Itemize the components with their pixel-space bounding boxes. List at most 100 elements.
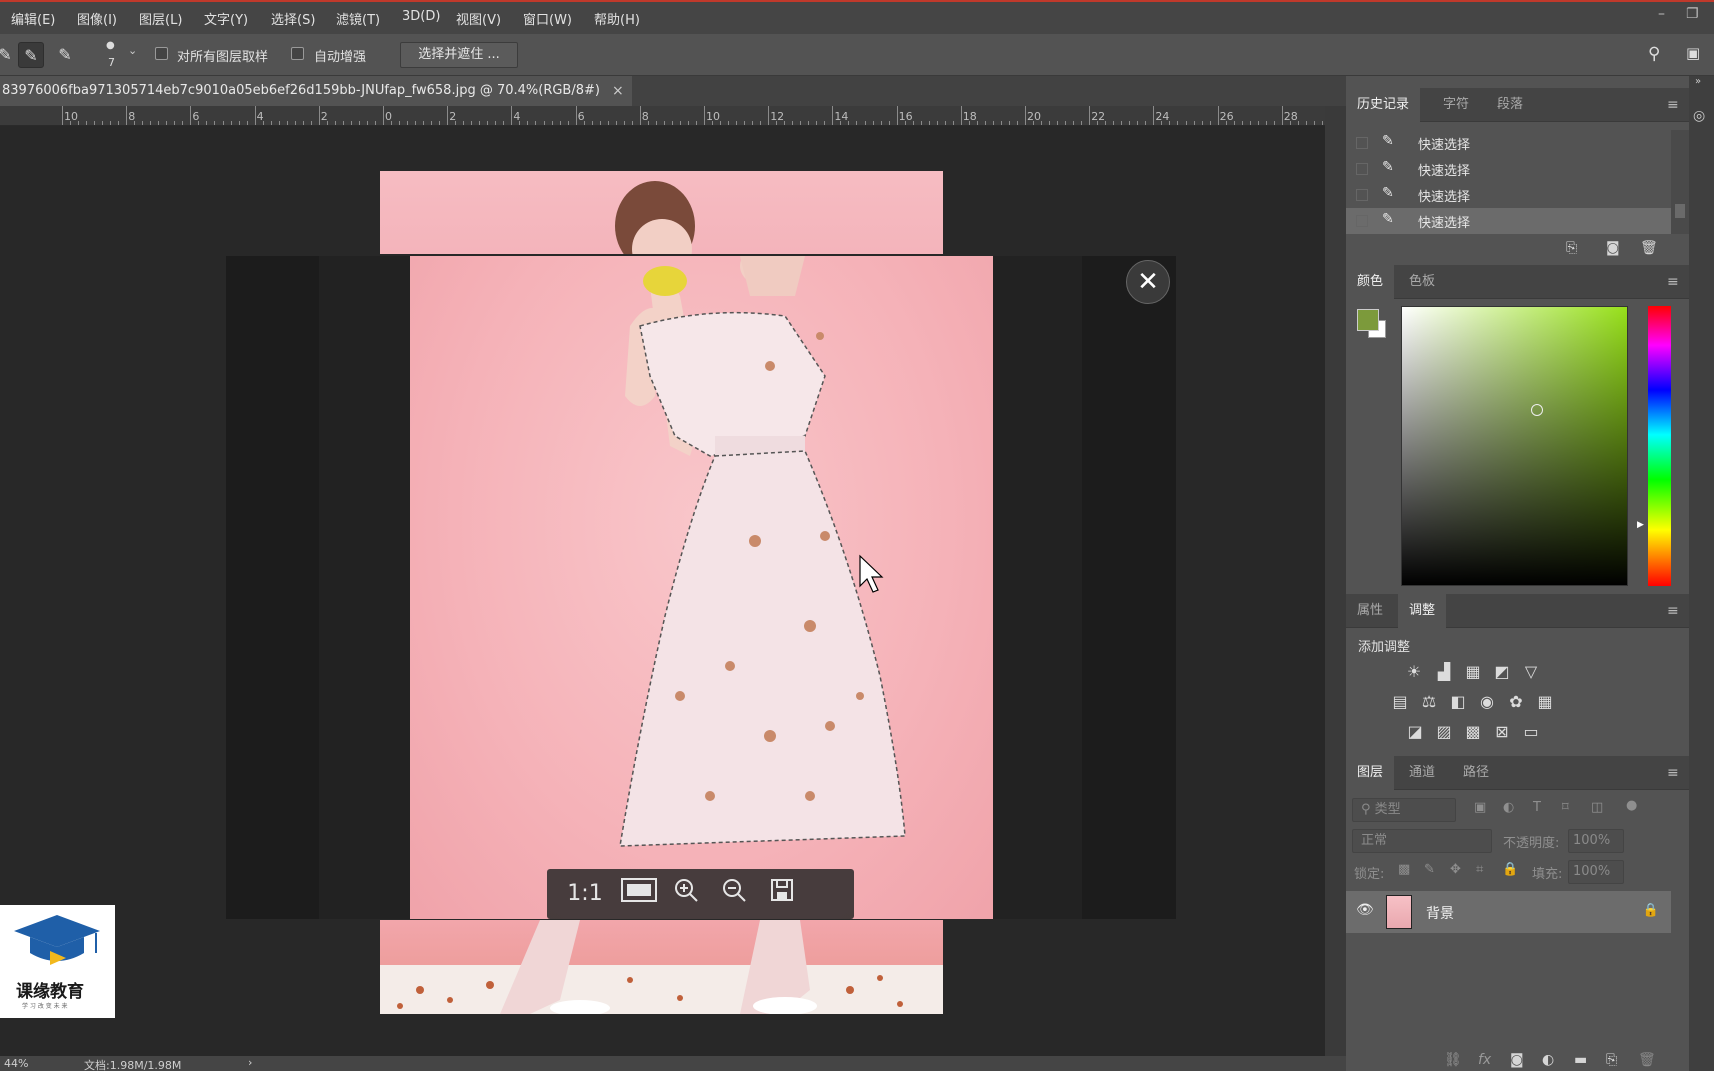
workspace-icon[interactable]: ▣ [1686, 44, 1700, 62]
layer-filter-select[interactable]: ⚲ 类型 [1352, 798, 1456, 822]
brush-picker-chevron-icon[interactable]: ⌄ [128, 44, 137, 57]
tab-swatches[interactable]: 色板 [1398, 265, 1446, 299]
history-brush-source-box[interactable] [1356, 137, 1368, 149]
tab-paths[interactable]: 路径 [1452, 756, 1500, 790]
lock-position-icon[interactable]: ✥ [1450, 862, 1461, 877]
tab-color[interactable]: 颜色 [1346, 265, 1395, 299]
filter-smart-object-icon[interactable]: ◫ [1591, 800, 1603, 815]
zoom-in-icon[interactable] [669, 877, 703, 911]
history-brush-source-box[interactable] [1356, 163, 1368, 175]
hue-saturation-icon[interactable]: ▤ [1390, 693, 1410, 711]
menu-select[interactable]: 选择(S) [271, 9, 315, 28]
panel-menu-icon[interactable]: ≡ [1667, 765, 1679, 781]
sample-all-layers-checkbox[interactable] [155, 47, 168, 60]
brush-size-value[interactable]: 7 [108, 56, 115, 69]
save-icon[interactable] [765, 877, 799, 911]
close-icon[interactable]: × [612, 76, 624, 106]
menu-type[interactable]: 文字(Y) [204, 9, 248, 28]
lock-all-icon[interactable]: 🔒 [1502, 862, 1518, 877]
quick-select-subtract-icon[interactable]: ✎ [52, 42, 78, 68]
panel-menu-icon[interactable]: ≡ [1667, 97, 1679, 113]
color-saturation-field[interactable] [1401, 306, 1628, 586]
new-layer-icon[interactable]: ⎘ [1606, 1052, 1617, 1068]
panel-menu-icon[interactable]: ≡ [1667, 603, 1679, 619]
layer-style-fx-icon[interactable]: fx [1478, 1052, 1491, 1068]
hue-slider-marker-icon[interactable]: ▶ [1637, 520, 1644, 530]
black-white-icon[interactable]: ◧ [1448, 693, 1468, 711]
tab-channels[interactable]: 通道 [1398, 756, 1446, 790]
levels-icon[interactable]: ▟ [1434, 663, 1454, 681]
history-item[interactable]: ✎ 快速选择 [1346, 130, 1671, 156]
exposure-icon[interactable]: ◩ [1492, 663, 1512, 681]
tab-adjustments[interactable]: 调整 [1398, 594, 1447, 628]
menu-image[interactable]: 图像(I) [77, 9, 117, 28]
history-brush-source-box[interactable] [1356, 189, 1368, 201]
select-and-mask-button[interactable]: 选择并遮住 ... [400, 42, 518, 68]
quick-select-add-icon[interactable]: ✎ [18, 42, 44, 68]
brightness-icon[interactable]: ☀ [1404, 663, 1424, 681]
adjustment-layer-icon[interactable]: ◐ [1542, 1052, 1554, 1068]
filter-toggle-icon[interactable]: ● [1626, 798, 1637, 813]
menu-layer[interactable]: 图层(L) [139, 9, 182, 28]
viewer-close-button[interactable]: ✕ [1126, 260, 1170, 304]
filter-type-icon[interactable]: T [1533, 800, 1541, 815]
expand-panels-icon[interactable]: » [1695, 76, 1701, 87]
fill-input[interactable]: 100% [1568, 860, 1624, 884]
menu-edit[interactable]: 编辑(E) [11, 9, 55, 28]
auto-enhance-checkbox[interactable] [291, 47, 304, 60]
tab-properties[interactable]: 属性 [1346, 594, 1394, 628]
tab-layers[interactable]: 图层 [1346, 756, 1395, 790]
lock-transparency-icon[interactable]: ▩ [1398, 862, 1410, 877]
invert-icon[interactable]: ◪ [1405, 723, 1425, 741]
color-balance-icon[interactable]: ⚖ [1419, 693, 1439, 711]
panel-menu-icon[interactable]: ≡ [1667, 274, 1679, 290]
panel-dock-icon[interactable]: ◎ [1693, 108, 1705, 124]
zoom-level[interactable]: 44% [4, 1057, 28, 1070]
history-scrollbar-thumb[interactable] [1675, 204, 1685, 218]
filter-adjustment-icon[interactable]: ◐ [1503, 800, 1514, 815]
history-item[interactable]: ✎ 快速选择 [1346, 182, 1671, 208]
link-layers-icon[interactable]: ⛓ [1444, 1052, 1462, 1068]
new-document-from-state-icon[interactable]: ⎘ [1566, 240, 1577, 256]
tab-paragraph[interactable]: 段落 [1486, 88, 1534, 122]
visibility-eye-icon[interactable]: 👁 [1356, 902, 1374, 918]
history-item[interactable]: ✎ 快速选择 [1346, 156, 1671, 182]
menu-window[interactable]: 窗口(W) [523, 9, 572, 28]
hue-slider[interactable] [1648, 306, 1671, 586]
status-menu-arrow[interactable]: › [248, 1056, 252, 1069]
menu-3d[interactable]: 3D(D) [402, 9, 440, 24]
delete-layer-icon[interactable]: 🗑 [1638, 1052, 1656, 1068]
restore-icon[interactable]: ❐ [1686, 6, 1699, 22]
fit-screen-icon[interactable] [619, 877, 659, 911]
history-item-selected[interactable]: ✎ 快速选择 [1346, 208, 1671, 234]
filter-shape-icon[interactable]: ⌑ [1562, 800, 1569, 815]
color-lookup-icon[interactable]: ▦ [1535, 693, 1555, 711]
menu-help[interactable]: 帮助(H) [594, 9, 640, 28]
curves-icon[interactable]: ▦ [1463, 663, 1483, 681]
delete-trash-icon[interactable]: 🗑 [1640, 240, 1658, 256]
zoom-out-icon[interactable] [717, 877, 751, 911]
document-tab[interactable]: 83976006fba971305714eb7c9010a05eb6ef26d1… [0, 76, 632, 106]
search-icon[interactable]: ⚲ [1648, 44, 1660, 64]
layer-name[interactable]: 背景 [1426, 903, 1454, 923]
actual-size-button[interactable]: 1:1 [565, 877, 605, 911]
posterize-icon[interactable]: ▨ [1434, 723, 1454, 741]
vibrance-icon[interactable]: ▽ [1521, 663, 1541, 681]
threshold-icon[interactable]: ▩ [1463, 723, 1483, 741]
history-scrollbar[interactable] [1671, 130, 1689, 234]
filter-pixel-icon[interactable]: ▣ [1474, 800, 1486, 815]
history-brush-source-box[interactable] [1356, 215, 1368, 227]
vertical-scroll-track[interactable] [1325, 106, 1346, 1056]
photo-filter-icon[interactable]: ◉ [1477, 693, 1497, 711]
minimize-icon[interactable]: – [1658, 6, 1665, 22]
tab-history[interactable]: 历史记录 [1346, 88, 1421, 122]
menu-view[interactable]: 视图(V) [456, 9, 501, 28]
selective-color-icon[interactable]: ⊠ [1492, 723, 1512, 741]
quick-select-new-icon[interactable]: ✎ [0, 42, 18, 68]
new-group-folder-icon[interactable]: ▬ [1574, 1052, 1587, 1068]
channel-mixer-icon[interactable]: ✿ [1506, 693, 1526, 711]
lock-pixels-brush-icon[interactable]: ✎ [1424, 862, 1435, 877]
tab-character[interactable]: 字符 [1432, 88, 1480, 122]
blend-mode-select[interactable]: 正常 [1352, 829, 1492, 853]
lock-artboard-icon[interactable]: ⌗ [1476, 862, 1483, 877]
